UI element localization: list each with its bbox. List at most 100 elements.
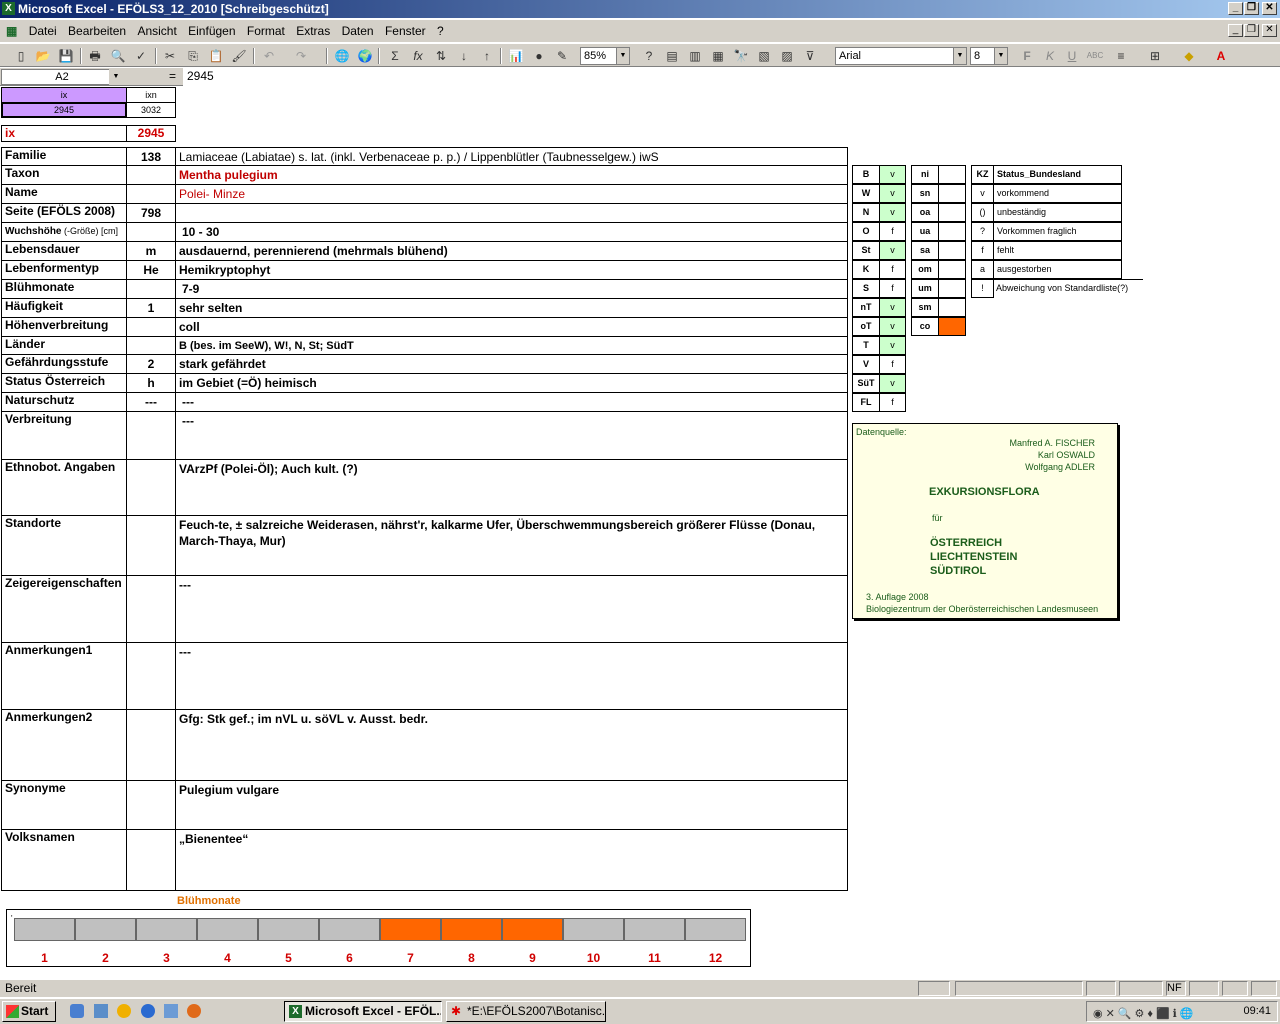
field-value[interactable] (175, 203, 848, 223)
field-number[interactable]: 1 (126, 298, 176, 318)
hyperlink-icon[interactable]: 🌐 (333, 47, 351, 65)
legend-text[interactable]: fehlt (993, 241, 1122, 260)
menu-bearbeiten[interactable]: Bearbeiten (64, 20, 130, 42)
start-button[interactable]: Start (2, 1001, 56, 1022)
state-code[interactable]: W (852, 184, 880, 203)
state-status[interactable]: v (879, 374, 906, 393)
autosum-icon[interactable]: Σ (386, 47, 404, 65)
minimize-button[interactable]: _ (1228, 2, 1243, 15)
menu-einfuegen[interactable]: Einfügen (184, 20, 239, 42)
function-icon[interactable]: fx (409, 47, 427, 65)
field-value[interactable]: Lamiaceae (Labiatae) s. lat. (inkl. Verb… (175, 147, 848, 166)
quicklaunch-desktop-icon[interactable] (94, 1004, 108, 1018)
state-code[interactable]: S (852, 279, 880, 298)
field-value[interactable]: Polei- Minze (175, 184, 848, 204)
filter-icon[interactable]: ⊽ (801, 47, 819, 65)
task-explorer[interactable]: ✱ *E:\EFÖLS2007\Botanisc... (446, 1001, 606, 1022)
cut-icon[interactable]: ✂ (161, 47, 179, 65)
sort-icon[interactable]: ⇅ (432, 47, 450, 65)
field-label[interactable]: Länder (1, 336, 127, 355)
altitude-code[interactable]: om (911, 260, 939, 279)
field-number[interactable]: 138 (126, 147, 176, 166)
field-value[interactable]: Mentha pulegium (175, 165, 848, 185)
field-number[interactable] (126, 165, 176, 185)
font-size-combo[interactable]: 8 ▼ (970, 47, 1008, 65)
sheet-area[interactable]: ix ixn 2945 3032 ix 2945 Familie 138 Lamia… (0, 87, 1280, 977)
fill-color-icon[interactable]: ◆ (1180, 47, 1198, 65)
field-number[interactable] (126, 317, 176, 337)
field-value[interactable]: stark gefährdet (175, 354, 848, 374)
name-box[interactable]: A2 ▼ (1, 69, 123, 85)
sort-asc-icon[interactable]: ↓ (455, 47, 473, 65)
state-code[interactable]: N (852, 203, 880, 222)
legend-text[interactable]: ausgestorben (993, 260, 1122, 279)
italic-icon[interactable]: K (1041, 47, 1059, 65)
field-label[interactable]: Taxon (1, 165, 127, 185)
ixn-value-cell[interactable]: 3032 (126, 102, 176, 118)
toolbar-icon-1[interactable]: ▤ (663, 47, 681, 65)
paste-icon[interactable]: 📋 (207, 47, 225, 65)
altitude-status[interactable] (938, 260, 966, 279)
close-button[interactable]: ✕ (1262, 2, 1277, 15)
legend-text[interactable]: Abweichung von Standardliste(?) (993, 279, 1143, 298)
field-value[interactable]: „Bienentee“ (175, 829, 848, 891)
legend-kz[interactable]: () (971, 203, 994, 222)
altitude-code[interactable]: sa (911, 241, 939, 260)
print-icon[interactable]: 🖶 (86, 47, 104, 65)
chevron-down-icon[interactable]: ▼ (109, 69, 123, 85)
field-value[interactable]: --- (175, 642, 848, 710)
task-excel[interactable]: X Microsoft Excel - EFÖL... (284, 1001, 442, 1022)
altitude-status[interactable] (938, 184, 966, 203)
altitude-status[interactable] (938, 165, 966, 184)
legend-text[interactable]: unbeständig (993, 203, 1122, 222)
field-label[interactable]: Gefährdungsstufe (1, 354, 127, 374)
field-value[interactable]: Feuch-te, ± salzreiche Weiderasen, nährs… (175, 515, 848, 576)
state-status[interactable]: v (879, 336, 906, 355)
field-label[interactable]: Anmerkungen2 (1, 709, 127, 781)
field-number[interactable]: 798 (126, 203, 176, 223)
state-status[interactable]: v (879, 298, 906, 317)
bold-icon[interactable]: F (1018, 47, 1036, 65)
state-status[interactable]: v (879, 241, 906, 260)
menu-extras[interactable]: Extras (292, 20, 334, 42)
field-label[interactable]: Wuchshöhe (-Größe) [cm] (1, 222, 127, 242)
field-number[interactable]: m (126, 241, 176, 261)
state-code[interactable]: oT (852, 317, 880, 336)
legend-kz[interactable]: ? (971, 222, 994, 241)
field-number[interactable] (126, 411, 176, 460)
legend-status-header[interactable]: Status_Bundesland (993, 165, 1122, 184)
toolbar-icon-4[interactable]: ▧ (755, 47, 773, 65)
ix-value-cell[interactable]: 2945 (1, 102, 127, 118)
state-status[interactable]: f (879, 279, 906, 298)
field-label[interactable]: Lebensdauer (1, 241, 127, 261)
field-number[interactable] (126, 575, 176, 643)
field-value[interactable]: --- (175, 392, 848, 412)
quicklaunch-media-icon[interactable] (117, 1004, 131, 1018)
legend-text[interactable]: vorkommend (993, 184, 1122, 203)
ixn-header-cell[interactable]: ixn (126, 87, 176, 103)
ix-header-cell[interactable]: ix (1, 87, 127, 103)
altitude-code[interactable]: co (911, 317, 939, 336)
field-value[interactable]: Gfg: Stk gef.; im nVL u. söVL v. Ausst. … (175, 709, 848, 781)
redo-icon[interactable]: ↷ (292, 47, 310, 65)
field-label[interactable]: Häufigkeit (1, 298, 127, 318)
field-value[interactable]: --- (175, 575, 848, 643)
field-label[interactable]: Ethnobot. Angaben (1, 459, 127, 516)
altitude-code[interactable]: um (911, 279, 939, 298)
state-status[interactable]: f (879, 260, 906, 279)
field-value[interactable]: --- (175, 411, 848, 460)
state-status[interactable]: v (879, 165, 906, 184)
formula-input[interactable]: 2945 (183, 68, 1280, 86)
toolbar-icon-3[interactable]: ▦ (709, 47, 727, 65)
field-value[interactable]: sehr selten (175, 298, 848, 318)
doc-restore-button[interactable]: ❐ (1244, 24, 1259, 37)
menu-daten[interactable]: Daten (338, 20, 378, 42)
field-label[interactable]: Status Österreich (1, 373, 127, 393)
menu-fenster[interactable]: Fenster (381, 20, 430, 42)
field-label[interactable]: Seite (EFÖLS 2008) (1, 203, 127, 223)
state-code[interactable]: SüT (852, 374, 880, 393)
quicklaunch-ie-icon[interactable] (70, 1004, 84, 1018)
menu-help[interactable]: ? (433, 20, 448, 42)
field-label[interactable]: Standorte (1, 515, 127, 576)
borders-icon[interactable]: ⊞ (1146, 47, 1164, 65)
